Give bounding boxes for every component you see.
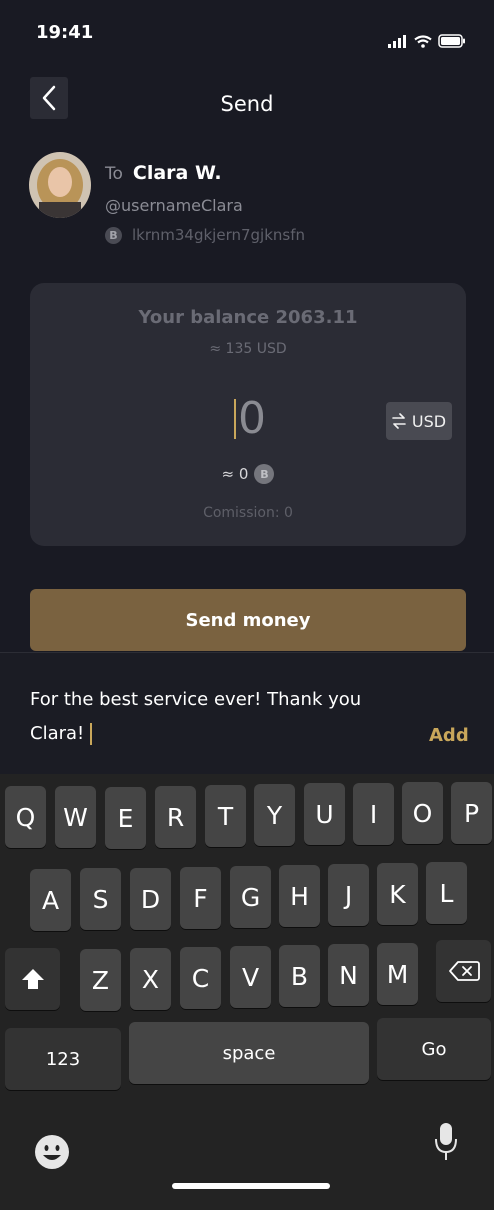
text-caret (234, 398, 236, 439)
key-z[interactable]: Z (80, 949, 121, 1011)
numbers-key[interactable]: 123 (5, 1028, 121, 1090)
message-line-2: Clara! (30, 723, 85, 744)
backspace-key[interactable] (436, 940, 491, 1002)
space-key[interactable]: space (129, 1022, 369, 1084)
status-icons (388, 34, 466, 48)
key-w[interactable]: W (55, 786, 96, 848)
backspace-icon (448, 961, 480, 981)
coin-icon: B (105, 226, 122, 244)
to-label: To (105, 164, 123, 184)
emoji-button[interactable] (34, 1134, 70, 1170)
key-j[interactable]: J (328, 864, 369, 926)
key-q[interactable]: Q (5, 786, 46, 848)
amount-value: 0 (238, 393, 266, 444)
keyboard: QWERTYUIOP ASDFGHJKL ZXCVBNM 123 space G… (0, 774, 494, 1210)
swap-icon (392, 413, 406, 429)
recipient-address-row: B lkrnm34gkjern7gjknsfn (105, 226, 305, 244)
key-e[interactable]: E (105, 787, 146, 849)
key-c[interactable]: C (180, 947, 221, 1009)
converted-row: ≈ 0 B (30, 464, 466, 484)
go-key[interactable]: Go (377, 1018, 491, 1080)
key-d[interactable]: D (130, 868, 171, 930)
message-text: For the best service ever! Thank you Cla… (30, 683, 380, 751)
home-indicator (172, 1183, 330, 1189)
key-v[interactable]: V (230, 946, 271, 1008)
message-line-1: For the best service ever! Thank you (30, 689, 362, 710)
key-n[interactable]: N (328, 944, 369, 1006)
key-r[interactable]: R (155, 786, 196, 848)
key-g[interactable]: G (230, 866, 271, 928)
key-b[interactable]: B (279, 945, 320, 1007)
send-screen: 19:41 Send To Clara W. @usernameClara B … (0, 0, 494, 1210)
key-k[interactable]: K (377, 863, 418, 925)
recipient-row: To Clara W. (105, 162, 222, 184)
dictation-button[interactable] (434, 1122, 458, 1162)
currency-toggle-button[interactable]: USD (386, 402, 452, 440)
shift-key[interactable] (5, 948, 60, 1010)
battery-icon (438, 34, 465, 48)
key-l[interactable]: L (426, 862, 467, 924)
message-field[interactable]: For the best service ever! Thank you Cla… (0, 652, 494, 775)
key-t[interactable]: T (205, 785, 246, 847)
status-bar: 19:41 (0, 0, 494, 60)
balance-text: Your balance 2063.11 (138, 307, 358, 328)
avatar (29, 152, 91, 218)
key-s[interactable]: S (80, 868, 121, 930)
key-i[interactable]: I (353, 783, 394, 845)
send-money-button[interactable]: Send money (30, 589, 466, 651)
emoji-icon (35, 1135, 69, 1169)
recipient-username: @usernameClara (105, 196, 243, 215)
status-time: 19:41 (36, 22, 94, 43)
converted-text: ≈ 0 (221, 465, 249, 483)
coin-icon: B (254, 464, 275, 484)
add-button[interactable]: Add (429, 725, 469, 746)
amount-input[interactable]: 0 (234, 393, 266, 444)
commission-text: Comission: 0 (203, 505, 293, 521)
recipient-address: lkrnm34gkjern7gjknsfn (132, 226, 306, 244)
microphone-icon (435, 1123, 457, 1160)
shift-icon (21, 969, 44, 989)
key-f[interactable]: F (180, 867, 221, 929)
key-m[interactable]: M (377, 943, 418, 1005)
page-title: Send (220, 92, 274, 116)
signal-icon (388, 34, 406, 48)
key-y[interactable]: Y (254, 784, 295, 846)
currency-label: USD (411, 411, 447, 431)
key-a[interactable]: A (30, 869, 71, 931)
recipient-name: Clara W. (132, 162, 222, 184)
key-p[interactable]: P (451, 782, 492, 844)
key-u[interactable]: U (304, 783, 345, 845)
text-caret (90, 723, 93, 745)
key-x[interactable]: X (130, 948, 171, 1010)
key-o[interactable]: O (402, 782, 443, 844)
key-h[interactable]: H (279, 865, 320, 927)
balance-approx: ≈ 135 USD (209, 341, 287, 357)
wifi-icon (414, 34, 432, 48)
balance-card: Your balance 2063.11 ≈ 135 USD 0 USD ≈ 0… (30, 283, 466, 546)
